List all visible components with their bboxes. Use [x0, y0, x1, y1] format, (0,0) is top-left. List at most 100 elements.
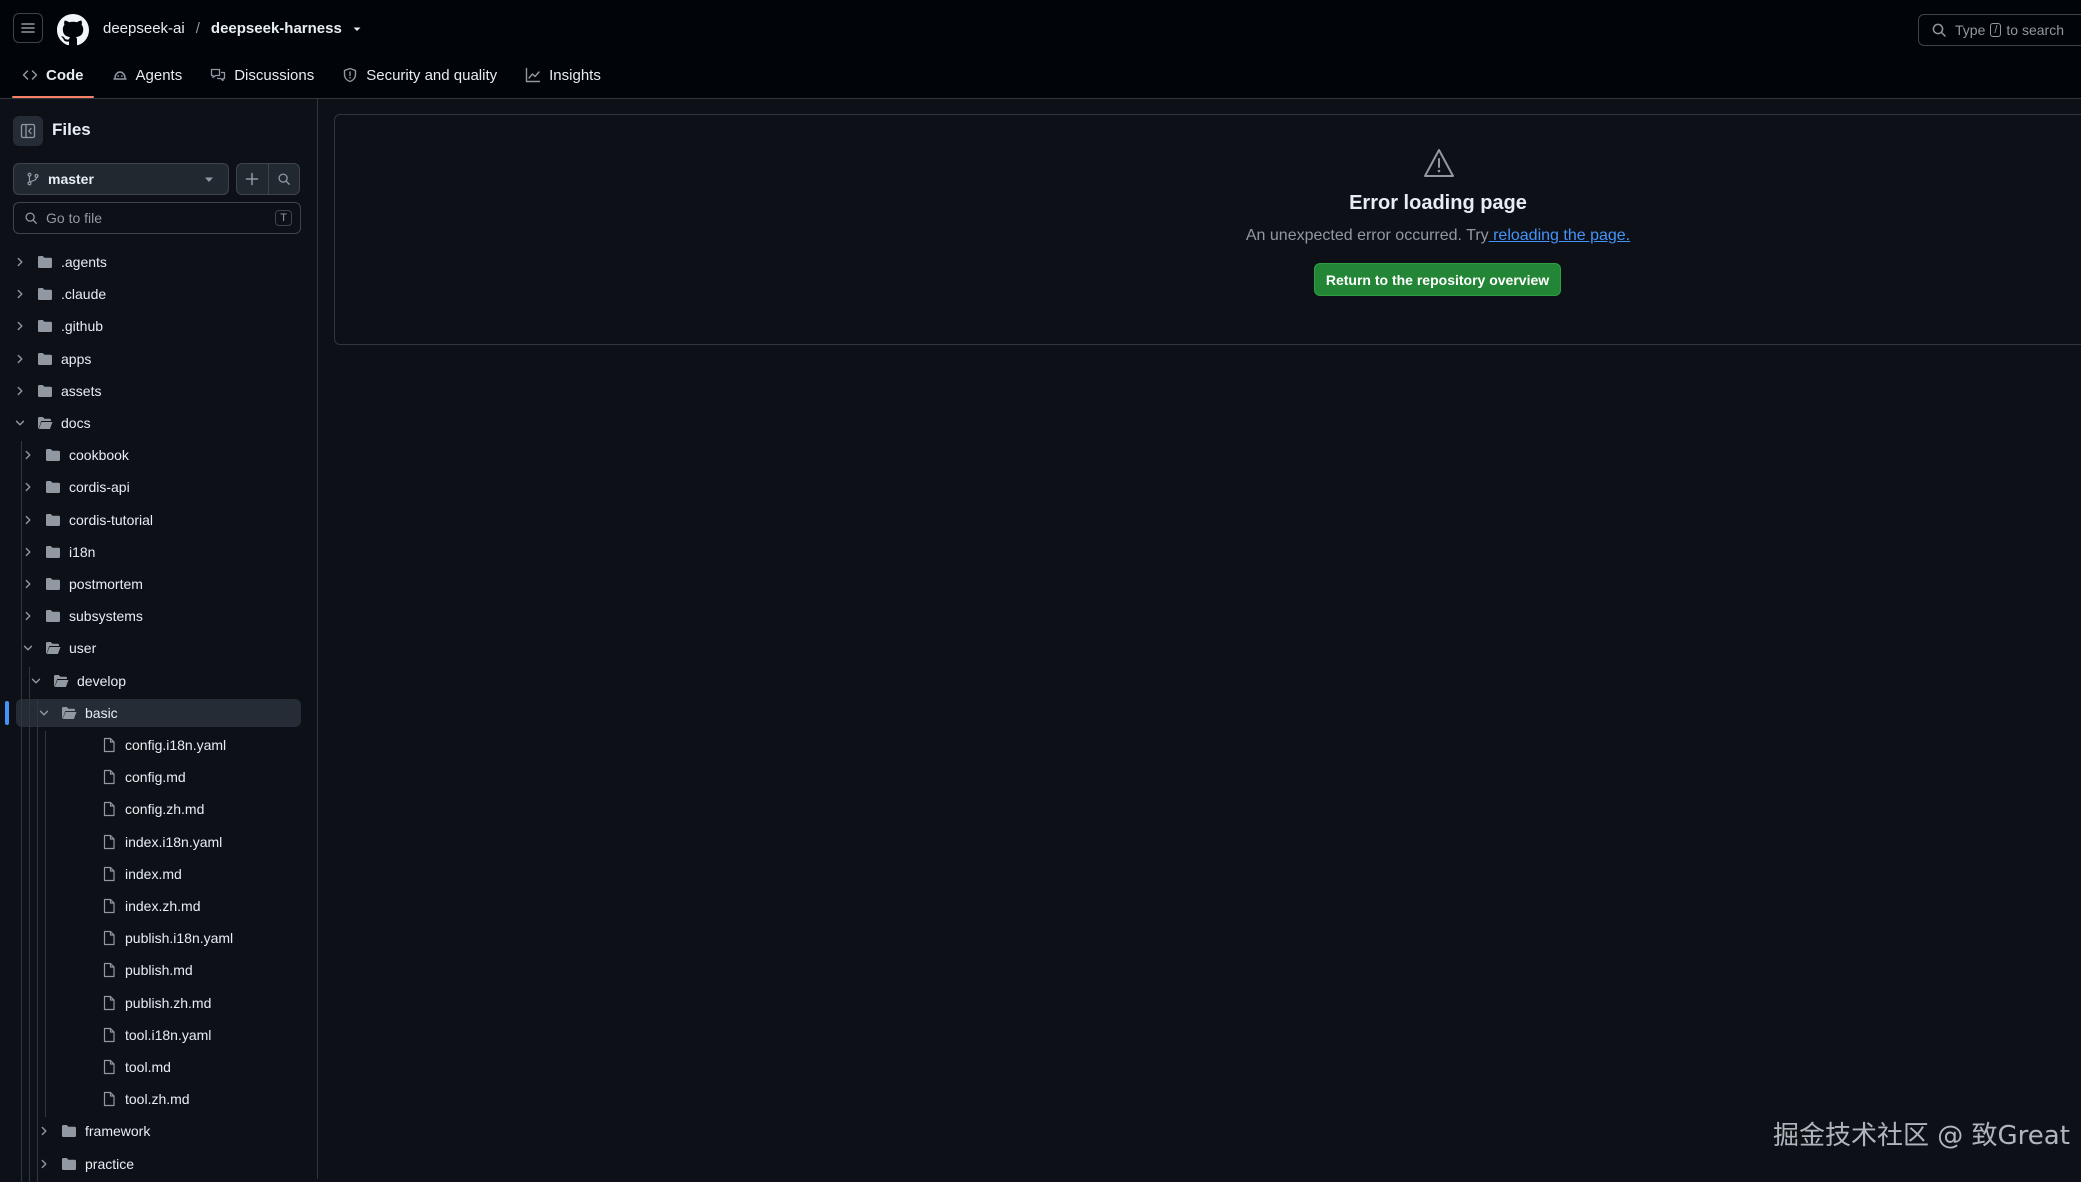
- files-title: Files: [52, 120, 91, 139]
- tree-item-label: tool.zh.md: [125, 1091, 190, 1108]
- tree-item-label: config.md: [125, 769, 186, 786]
- file-icon: [102, 1059, 116, 1075]
- repo-nav-tabs: Code Agents Discussions Security and qua…: [12, 60, 619, 98]
- tree-folder-item[interactable]: develop: [0, 667, 301, 695]
- tree-folder-item[interactable]: i18n: [0, 538, 301, 566]
- sidebar-collapse-icon: [20, 123, 36, 139]
- tree-folder-item[interactable]: .agents: [0, 248, 301, 276]
- breadcrumb-separator: /: [195, 20, 200, 37]
- tree-item-label: index.zh.md: [125, 898, 201, 914]
- github-logo-icon[interactable]: [57, 14, 89, 46]
- chevron-right-icon[interactable]: [22, 578, 34, 590]
- chevron-right-icon[interactable]: [22, 546, 34, 558]
- error-message-text: An unexpected error occurred. Try: [1245, 227, 1489, 244]
- chevron-down-icon[interactable]: [22, 642, 34, 654]
- tree-folder-item[interactable]: postmortem: [0, 570, 301, 598]
- tree-folder-item[interactable]: framework: [0, 1117, 301, 1145]
- chevron-right-icon[interactable]: [38, 1158, 50, 1170]
- git-branch-icon: [27, 172, 39, 186]
- folder-open-icon: [45, 641, 61, 655]
- indent-guide: [45, 731, 46, 1118]
- tree-folder-item[interactable]: apps: [0, 345, 301, 373]
- reload-page-link[interactable]: reloading the page.: [1489, 227, 1630, 244]
- folder-icon: [45, 545, 61, 559]
- chevron-right-icon[interactable]: [14, 320, 26, 332]
- tree-folder-item[interactable]: .github: [0, 312, 301, 340]
- tree-item-label: develop: [77, 672, 127, 689]
- tree-folder-item[interactable]: subsystems: [0, 602, 301, 630]
- tree-item-label: user: [69, 640, 97, 657]
- chevron-right-icon[interactable]: [14, 385, 26, 397]
- chevron-right-icon[interactable]: [38, 1125, 50, 1137]
- folder-icon: [37, 255, 53, 269]
- folder-icon: [37, 352, 53, 366]
- chevron-right-icon[interactable]: [14, 353, 26, 365]
- breadcrumb: deepseek-ai / deepseek-harness: [103, 20, 363, 37]
- indent-guide: [37, 698, 38, 1182]
- tree-folder-item[interactable]: cordis-tutorial: [0, 506, 301, 534]
- tab-agents[interactable]: Agents: [102, 60, 193, 90]
- hamburger-icon: [21, 23, 35, 33]
- tree-folder-item[interactable]: docs: [0, 409, 301, 437]
- chevron-down-icon[interactable]: [14, 417, 26, 429]
- global-header: deepseek-ai / deepseek-harness Type / to…: [0, 0, 2081, 99]
- branch-name: master: [48, 171, 94, 187]
- tab-security-and-quality[interactable]: Security and quality: [332, 60, 507, 90]
- chevron-right-icon[interactable]: [22, 514, 34, 526]
- tree-item-label: tool.md: [125, 1059, 171, 1075]
- tree-folder-item[interactable]: practice: [0, 1150, 301, 1178]
- folder-open-icon: [37, 416, 53, 430]
- tab-code[interactable]: Code: [12, 60, 94, 98]
- tree-item-label: assets: [61, 382, 102, 399]
- collapse-sidebar-button[interactable]: [13, 116, 43, 146]
- add-file-button[interactable]: [237, 164, 268, 194]
- tree-item-label: cordis-tutorial: [69, 511, 154, 528]
- tree-item-label: practice: [85, 1155, 135, 1172]
- error-message: An unexpected error occurred. Try reload…: [1083, 227, 1793, 245]
- tree-item-label: publish.zh.md: [125, 994, 212, 1011]
- tab-insights[interactable]: Insights: [515, 60, 611, 90]
- tree-item-label: cordis-api: [69, 479, 130, 496]
- tree-folder-item[interactable]: assets: [0, 377, 301, 405]
- branch-selector[interactable]: master: [13, 163, 229, 195]
- chevron-right-icon[interactable]: [22, 610, 34, 622]
- folder-icon: [37, 384, 53, 398]
- chevron-right-icon[interactable]: [22, 481, 34, 493]
- tree-folder-item[interactable]: cordis-api: [0, 473, 301, 501]
- tree-folder-item[interactable]: basic: [16, 698, 301, 727]
- tab-discussions[interactable]: Discussions: [200, 60, 324, 90]
- indent-guide: [29, 666, 30, 1182]
- search-shortcut-key: /: [1990, 23, 2002, 37]
- indent-guide: [21, 441, 22, 1182]
- tree-actions: [236, 163, 300, 195]
- tree-item-label: subsystems: [69, 608, 143, 625]
- tree-folder-item[interactable]: .claude: [0, 280, 301, 308]
- folder-icon: [45, 577, 61, 591]
- error-title: Error loading page: [1349, 192, 1527, 214]
- chevron-right-icon[interactable]: [14, 288, 26, 300]
- tree-folder-item[interactable]: user: [0, 634, 301, 662]
- repo-link[interactable]: deepseek-harness: [211, 20, 342, 37]
- triangle-down-icon[interactable]: [351, 23, 363, 35]
- watermark: 掘金技术社区 @ 致Great: [1773, 1121, 2070, 1151]
- tree-item-label: config.zh.md: [125, 801, 205, 818]
- tree-item-label: publish.i18n.yaml: [125, 930, 234, 947]
- return-to-overview-button[interactable]: Return to the repository overview: [1314, 263, 1561, 296]
- shield-icon: [344, 67, 357, 83]
- chevron-right-icon[interactable]: [14, 256, 26, 268]
- chevron-right-icon[interactable]: [22, 449, 34, 461]
- chevron-down-icon[interactable]: [30, 675, 42, 687]
- tree-item-label: publish.md: [125, 962, 193, 979]
- tree-item-label: basic: [85, 704, 118, 721]
- tree-item-label: i18n: [69, 543, 96, 560]
- folder-open-icon: [53, 674, 69, 688]
- go-to-file-input[interactable]: Go to file T: [13, 202, 301, 234]
- chevron-down-icon[interactable]: [38, 707, 50, 719]
- search-files-button[interactable]: [267, 164, 300, 194]
- menu-button[interactable]: [13, 13, 43, 43]
- search-input[interactable]: Type / to search: [1918, 14, 2081, 46]
- tree-item-label: config.i18n.yaml: [125, 737, 227, 753]
- owner-link[interactable]: deepseek-ai: [103, 20, 185, 37]
- tree-item-label: index.md: [125, 865, 182, 882]
- tree-folder-item[interactable]: cookbook: [0, 441, 301, 469]
